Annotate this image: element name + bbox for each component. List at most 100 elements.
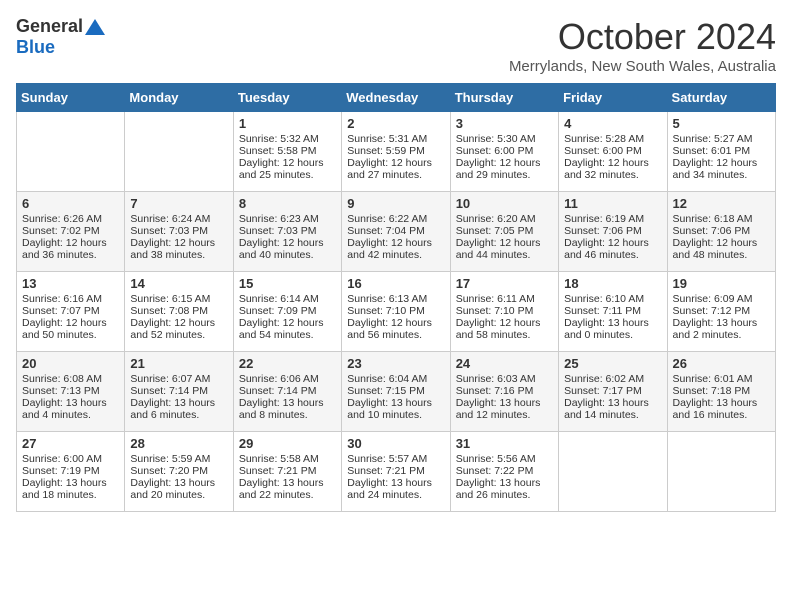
calendar-cell: 16Sunrise: 6:13 AMSunset: 7:10 PMDayligh… [342, 272, 450, 352]
calendar-cell: 31Sunrise: 5:56 AMSunset: 7:22 PMDayligh… [450, 432, 558, 512]
day-info: Daylight: 13 hours [22, 397, 119, 409]
day-info: Sunset: 7:17 PM [564, 385, 661, 397]
week-row-4: 20Sunrise: 6:08 AMSunset: 7:13 PMDayligh… [17, 352, 776, 432]
day-info: Sunrise: 6:02 AM [564, 373, 661, 385]
calendar-cell: 23Sunrise: 6:04 AMSunset: 7:15 PMDayligh… [342, 352, 450, 432]
day-info: Daylight: 13 hours [564, 317, 661, 329]
column-header-thursday: Thursday [450, 84, 558, 112]
day-number: 15 [239, 276, 336, 291]
day-info: Sunset: 7:03 PM [239, 225, 336, 237]
day-info: Sunrise: 6:23 AM [239, 213, 336, 225]
day-number: 19 [673, 276, 770, 291]
day-info: Sunrise: 6:19 AM [564, 213, 661, 225]
day-number: 22 [239, 356, 336, 371]
calendar-header-row: SundayMondayTuesdayWednesdayThursdayFrid… [17, 84, 776, 112]
day-number: 16 [347, 276, 444, 291]
day-info: Daylight: 12 hours [239, 237, 336, 249]
column-header-monday: Monday [125, 84, 233, 112]
day-info: and 16 minutes. [673, 409, 770, 421]
calendar-cell: 22Sunrise: 6:06 AMSunset: 7:14 PMDayligh… [233, 352, 341, 432]
day-info: Sunrise: 6:00 AM [22, 453, 119, 465]
calendar-cell: 30Sunrise: 5:57 AMSunset: 7:21 PMDayligh… [342, 432, 450, 512]
month-title: October 2024 [509, 16, 776, 58]
day-number: 26 [673, 356, 770, 371]
day-info: Daylight: 13 hours [239, 477, 336, 489]
title-section: October 2024 Merrylands, New South Wales… [509, 16, 776, 75]
day-info: Sunset: 7:03 PM [130, 225, 227, 237]
day-info: Daylight: 13 hours [239, 397, 336, 409]
day-number: 23 [347, 356, 444, 371]
day-info: and 54 minutes. [239, 329, 336, 341]
day-info: Sunrise: 6:03 AM [456, 373, 553, 385]
day-info: and 26 minutes. [456, 489, 553, 501]
location-text: Merrylands, New South Wales, Australia [509, 58, 776, 75]
day-info: and 8 minutes. [239, 409, 336, 421]
calendar-cell [125, 112, 233, 192]
logo-icon [85, 19, 105, 35]
calendar-table: SundayMondayTuesdayWednesdayThursdayFrid… [16, 83, 776, 512]
day-info: Sunrise: 6:24 AM [130, 213, 227, 225]
day-info: and 14 minutes. [564, 409, 661, 421]
day-number: 8 [239, 196, 336, 211]
calendar-cell: 19Sunrise: 6:09 AMSunset: 7:12 PMDayligh… [667, 272, 775, 352]
day-info: Daylight: 12 hours [673, 237, 770, 249]
week-row-5: 27Sunrise: 6:00 AMSunset: 7:19 PMDayligh… [17, 432, 776, 512]
day-info: and 2 minutes. [673, 329, 770, 341]
day-info: Daylight: 12 hours [456, 157, 553, 169]
day-info: Sunset: 5:59 PM [347, 145, 444, 157]
day-info: Sunrise: 5:28 AM [564, 133, 661, 145]
day-info: Sunset: 7:21 PM [347, 465, 444, 477]
calendar-cell: 13Sunrise: 6:16 AMSunset: 7:07 PMDayligh… [17, 272, 125, 352]
logo-general-text: General [16, 16, 83, 37]
calendar-cell: 9Sunrise: 6:22 AMSunset: 7:04 PMDaylight… [342, 192, 450, 272]
calendar-cell: 11Sunrise: 6:19 AMSunset: 7:06 PMDayligh… [559, 192, 667, 272]
day-info: Daylight: 13 hours [347, 397, 444, 409]
day-info: Daylight: 12 hours [456, 317, 553, 329]
day-info: Sunrise: 5:59 AM [130, 453, 227, 465]
day-info: Sunset: 5:58 PM [239, 145, 336, 157]
day-info: Sunset: 7:14 PM [239, 385, 336, 397]
calendar-cell: 25Sunrise: 6:02 AMSunset: 7:17 PMDayligh… [559, 352, 667, 432]
day-info: Sunset: 7:13 PM [22, 385, 119, 397]
calendar-cell [559, 432, 667, 512]
calendar-cell: 21Sunrise: 6:07 AMSunset: 7:14 PMDayligh… [125, 352, 233, 432]
day-info: Sunset: 7:14 PM [130, 385, 227, 397]
calendar-cell: 18Sunrise: 6:10 AMSunset: 7:11 PMDayligh… [559, 272, 667, 352]
day-info: Sunrise: 6:09 AM [673, 293, 770, 305]
day-info: and 24 minutes. [347, 489, 444, 501]
day-info: and 22 minutes. [239, 489, 336, 501]
day-info: Daylight: 12 hours [564, 157, 661, 169]
day-info: Sunrise: 6:15 AM [130, 293, 227, 305]
day-info: Sunset: 7:06 PM [673, 225, 770, 237]
day-info: Sunrise: 6:01 AM [673, 373, 770, 385]
calendar-cell: 28Sunrise: 5:59 AMSunset: 7:20 PMDayligh… [125, 432, 233, 512]
day-info: and 29 minutes. [456, 169, 553, 181]
day-info: Sunset: 7:21 PM [239, 465, 336, 477]
day-info: Sunrise: 6:18 AM [673, 213, 770, 225]
day-info: and 46 minutes. [564, 249, 661, 261]
day-info: Daylight: 12 hours [673, 157, 770, 169]
day-info: and 27 minutes. [347, 169, 444, 181]
day-info: Sunset: 6:00 PM [456, 145, 553, 157]
day-info: Daylight: 12 hours [130, 237, 227, 249]
day-info: Sunrise: 6:22 AM [347, 213, 444, 225]
day-info: Sunset: 7:20 PM [130, 465, 227, 477]
calendar-cell: 4Sunrise: 5:28 AMSunset: 6:00 PMDaylight… [559, 112, 667, 192]
column-header-sunday: Sunday [17, 84, 125, 112]
calendar-cell: 12Sunrise: 6:18 AMSunset: 7:06 PMDayligh… [667, 192, 775, 272]
day-number: 30 [347, 436, 444, 451]
calendar-cell: 5Sunrise: 5:27 AMSunset: 6:01 PMDaylight… [667, 112, 775, 192]
day-info: Sunset: 7:11 PM [564, 305, 661, 317]
calendar-cell: 14Sunrise: 6:15 AMSunset: 7:08 PMDayligh… [125, 272, 233, 352]
day-info: Sunrise: 6:10 AM [564, 293, 661, 305]
week-row-3: 13Sunrise: 6:16 AMSunset: 7:07 PMDayligh… [17, 272, 776, 352]
day-info: and 6 minutes. [130, 409, 227, 421]
calendar-cell [17, 112, 125, 192]
day-info: and 34 minutes. [673, 169, 770, 181]
day-info: and 52 minutes. [130, 329, 227, 341]
day-info: Sunset: 6:00 PM [564, 145, 661, 157]
day-number: 20 [22, 356, 119, 371]
day-info: Sunrise: 6:13 AM [347, 293, 444, 305]
day-info: and 25 minutes. [239, 169, 336, 181]
day-info: Daylight: 12 hours [22, 237, 119, 249]
